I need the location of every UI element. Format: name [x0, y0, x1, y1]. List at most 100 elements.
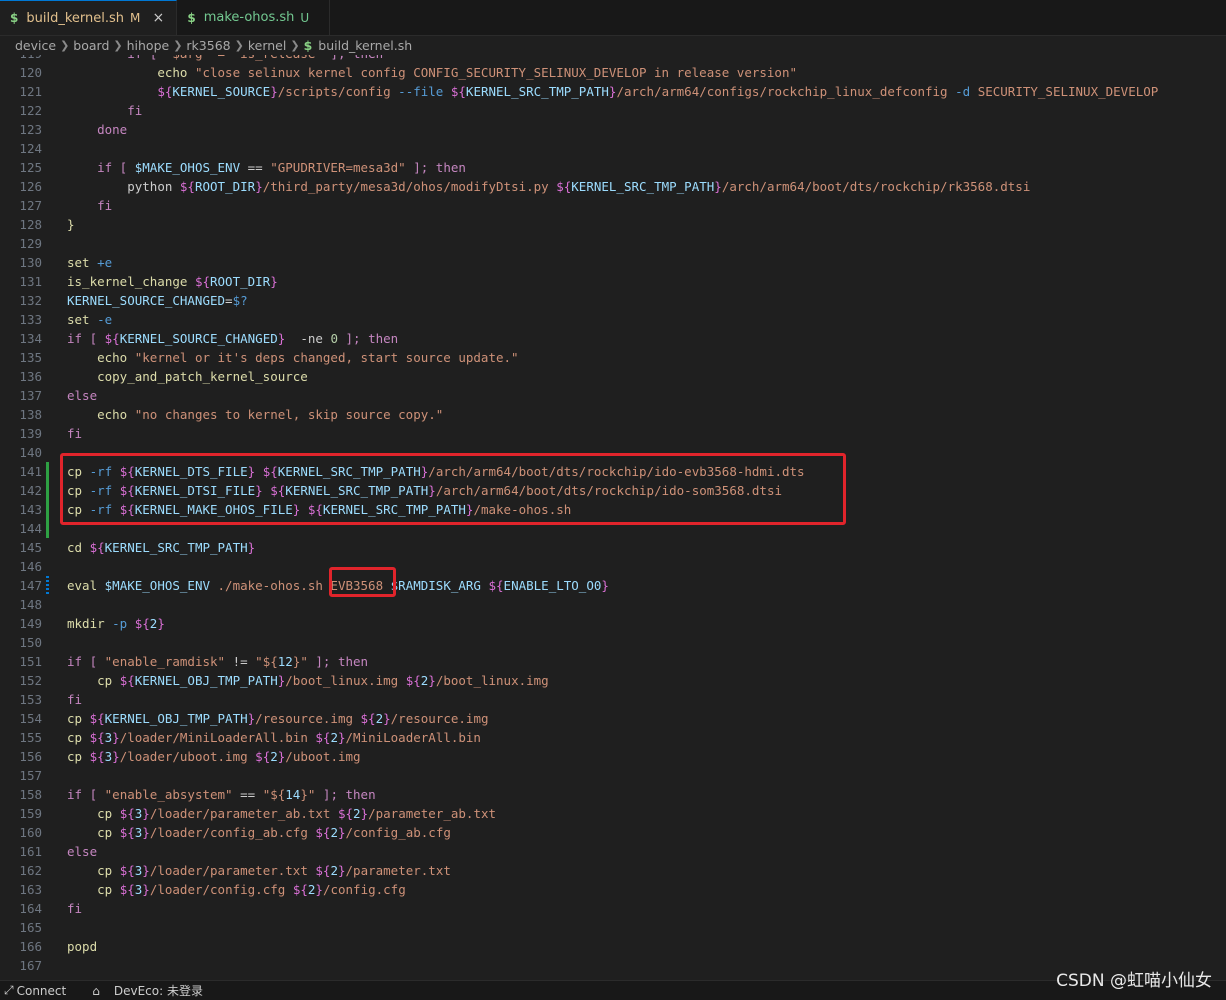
tab-make-ohos[interactable]: $ make-ohos.sh U — [177, 0, 331, 35]
added-line-indicator[interactable] — [46, 481, 49, 500]
code-token: } — [142, 825, 150, 840]
line-number: 119 — [0, 55, 42, 63]
code-line[interactable]: 141 cp -rf ${KERNEL_DTS_FILE} ${KERNEL_SR… — [0, 462, 1226, 481]
code-line[interactable]: 130 set +e — [0, 253, 1226, 272]
code-text: cp ${3}/loader/MiniLoaderAll.bin ${2}/Mi… — [67, 728, 481, 747]
code-token: ${ — [134, 616, 150, 631]
status-deveco[interactable]: DevEco: 未登录 — [114, 982, 203, 999]
code-token: ${ — [556, 179, 572, 194]
line-number: 121 — [19, 84, 42, 99]
code-line[interactable]: 144 — [0, 519, 1226, 538]
tab-bar: $ build_kernel.sh M × $ make-ohos.sh U — [0, 0, 1226, 36]
code-token: ${ — [89, 730, 105, 745]
code-line[interactable]: 162 cp ${3}/loader/parameter.txt ${2}/pa… — [0, 861, 1226, 880]
code-line[interactable]: 133 set -e — [0, 310, 1226, 329]
added-line-indicator[interactable] — [46, 462, 49, 481]
code-line[interactable]: 120 echo "close selinux kernel config CO… — [0, 63, 1226, 82]
breadcrumb-item[interactable]: rk3568 — [186, 38, 230, 53]
shell-file-icon: $ — [303, 38, 313, 53]
code-token: ${ — [119, 863, 135, 878]
code-line[interactable]: 154 cp ${KERNEL_OBJ_TMP_PATH}/resource.im… — [0, 709, 1226, 728]
code-token: cp — [67, 464, 90, 479]
code-token: ${ — [270, 483, 286, 498]
breadcrumb-item[interactable]: device — [15, 38, 56, 53]
code-line[interactable]: 166 popd — [0, 937, 1226, 956]
code-token: is_kernel_change — [67, 274, 195, 289]
code-line[interactable]: 124 — [0, 139, 1226, 158]
code-line[interactable]: 123 done — [0, 120, 1226, 139]
code-line[interactable]: 132 KERNEL_SOURCE_CHANGED=$? — [0, 291, 1226, 310]
code-token: } — [142, 863, 150, 878]
added-line-indicator[interactable] — [46, 500, 49, 519]
code-line[interactable]: 153 fi — [0, 690, 1226, 709]
code-token: /loader/parameter_ab.txt — [149, 806, 338, 821]
code-line[interactable]: 142 cp -rf ${KERNEL_DTSI_FILE} ${KERNEL_S… — [0, 481, 1226, 500]
code-line[interactable]: 161 else — [0, 842, 1226, 861]
code-line[interactable]: 140 — [0, 443, 1226, 462]
code-line[interactable]: 145 cd ${KERNEL_SRC_TMP_PATH} — [0, 538, 1226, 557]
code-line[interactable]: 160 cp ${3}/loader/config_ab.cfg ${2}/co… — [0, 823, 1226, 842]
code-line[interactable]: 137 else — [0, 386, 1226, 405]
code-line[interactable]: 147 eval $MAKE_OHOS_ENV ./make-ohos.sh EV… — [0, 576, 1226, 595]
modified-line-indicator[interactable] — [46, 576, 49, 595]
code-line[interactable]: 164 fi — [0, 899, 1226, 918]
code-line[interactable]: 158 if [ "enable_absystem" == "${14}" ]; … — [0, 785, 1226, 804]
line-number: 153 — [19, 692, 42, 707]
code-line[interactable]: 127 fi — [0, 196, 1226, 215]
code-line[interactable]: 165 — [0, 918, 1226, 937]
code-line[interactable]: 136 copy_and_patch_kernel_source — [0, 367, 1226, 386]
code-token: if [ — [67, 787, 105, 802]
code-token: != — [225, 654, 256, 669]
status-connect[interactable]: ⤢ Connect — [4, 983, 66, 998]
code-token: } — [337, 730, 346, 745]
line-number: 152 — [19, 673, 42, 688]
code-line[interactable]: 122 fi — [0, 101, 1226, 120]
code-token: ${ — [315, 863, 331, 878]
code-line[interactable]: 126 python ${ROOT_DIR}/third_party/mesa3… — [0, 177, 1226, 196]
code-line[interactable]: 128} — [0, 215, 1226, 234]
code-line[interactable]: 152 cp ${KERNEL_OBJ_TMP_PATH}/boot_linux… — [0, 671, 1226, 690]
code-line[interactable]: 155 cp ${3}/loader/MiniLoaderAll.bin ${2}… — [0, 728, 1226, 747]
breadcrumb-item[interactable]: hihope — [127, 38, 170, 53]
code-line[interactable]: 143 cp -rf ${KERNEL_MAKE_OHOS_FILE} ${KER… — [0, 500, 1226, 519]
code-line[interactable]: 135 echo "kernel or it's deps changed, s… — [0, 348, 1226, 367]
added-line-indicator[interactable] — [46, 519, 49, 538]
code-line[interactable]: 138 echo "no changes to kernel, skip sou… — [0, 405, 1226, 424]
code-line[interactable]: 159 cp ${3}/loader/parameter_ab.txt ${2}… — [0, 804, 1226, 823]
close-icon[interactable]: × — [150, 10, 166, 26]
code-token: } — [112, 730, 120, 745]
code-line[interactable]: 131 is_kernel_change ${ROOT_DIR} — [0, 272, 1226, 291]
code-token: } — [315, 882, 323, 897]
code-line[interactable]: 125 if [ $MAKE_OHOS_ENV == "GPUDRIVER=me… — [0, 158, 1226, 177]
tab-build-kernel[interactable]: $ build_kernel.sh M × — [0, 0, 178, 35]
code-line[interactable]: 151 if [ "enable_ramdisk" != "${12}" ]; t… — [0, 652, 1226, 671]
code-line[interactable]: 119 if [ "$arg" = "is_release" ]; then — [0, 55, 1226, 63]
code-line[interactable]: 150 — [0, 633, 1226, 652]
code-token: } — [428, 673, 436, 688]
code-line[interactable]: 121 ${KERNEL_SOURCE}/scripts/config --fi… — [0, 82, 1226, 101]
breadcrumb-file[interactable]: build_kernel.sh — [318, 38, 412, 53]
code-line[interactable]: 134 if [ ${KERNEL_SOURCE_CHANGED} -ne 0 ]… — [0, 329, 1226, 348]
code-line[interactable]: 156 cp ${3}/loader/uboot.img ${2}/uboot.i… — [0, 747, 1226, 766]
code-line[interactable]: 148 — [0, 595, 1226, 614]
code-line[interactable]: 157 — [0, 766, 1226, 785]
code-line[interactable]: 146 — [0, 557, 1226, 576]
code-text: cp ${3}/loader/uboot.img ${2}/uboot.img — [67, 747, 361, 766]
breadcrumb-item[interactable]: board — [73, 38, 109, 53]
code-line[interactable]: 167 — [0, 956, 1226, 975]
code-token: ${ — [119, 502, 135, 517]
code-editor[interactable]: 119 if [ "$arg" = "is_release" ]; then12… — [0, 55, 1226, 980]
code-line[interactable]: 129 — [0, 234, 1226, 253]
code-line[interactable]: 149 mkdir -p ${2} — [0, 614, 1226, 633]
code-line[interactable]: 139 fi — [0, 424, 1226, 443]
breadcrumb-item[interactable]: kernel — [248, 38, 287, 53]
home-icon[interactable]: ⌂ — [92, 984, 100, 998]
code-token: ENABLE_LTO_O0 — [503, 578, 602, 593]
code-line[interactable]: 163 cp ${3}/loader/config.cfg ${2}/confi… — [0, 880, 1226, 899]
code-token: fi — [67, 692, 83, 707]
line-number: 158 — [19, 787, 42, 802]
